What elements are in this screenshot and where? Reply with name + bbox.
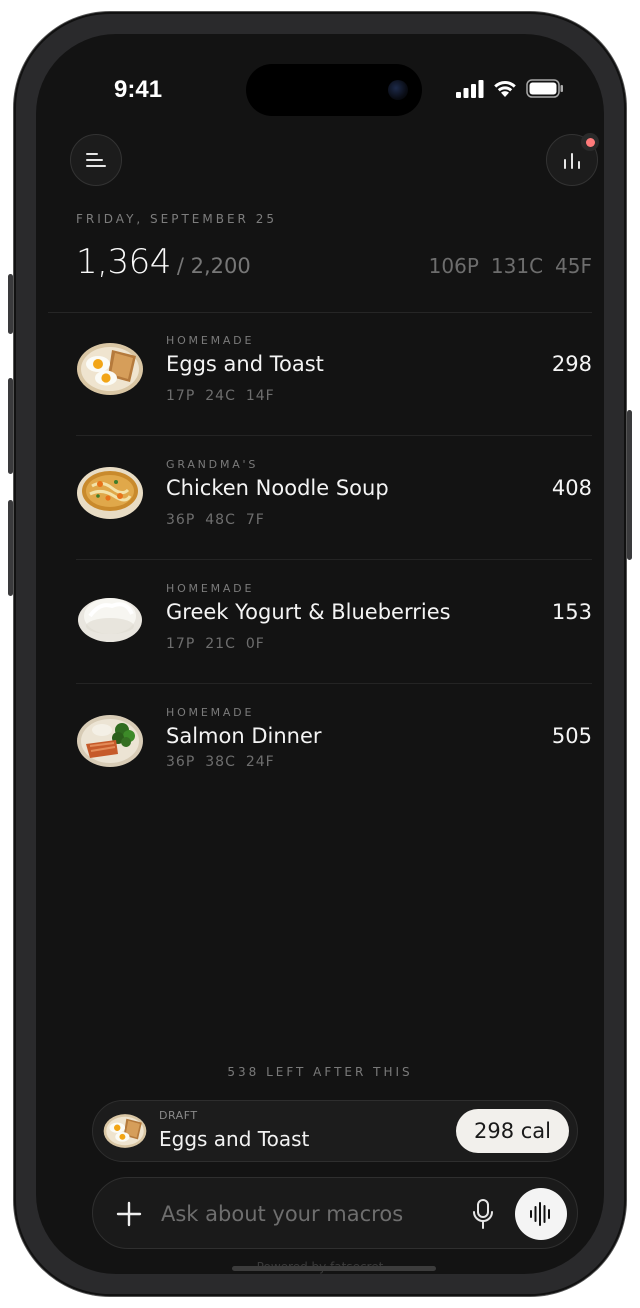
calorie-total: 1,364/ 2,200 (76, 242, 251, 282)
meal-protein: 17P (166, 636, 196, 652)
macro-totals: 106P 131C 45F (417, 254, 592, 278)
signal-icon (456, 79, 484, 98)
meal-macros: 36P 38C 24F (166, 754, 285, 770)
date-label: FRIDAY, SEPTEMBER 25 (76, 212, 277, 226)
power-button (627, 410, 632, 560)
stats-button[interactable] (546, 133, 599, 186)
meal-protein: 36P (166, 512, 196, 528)
calories-consumed: 1,364 (76, 242, 171, 282)
meal-fat: 7F (245, 512, 265, 528)
fat-total: 45F (555, 254, 592, 278)
meal-fat: 14F (245, 388, 275, 404)
ask-input[interactable] (159, 1196, 449, 1232)
bar-chart-icon (564, 153, 580, 169)
meal-protein: 36P (166, 754, 196, 770)
volume-up-button (8, 378, 13, 474)
home-indicator[interactable] (232, 1266, 436, 1271)
calorie-goal: / 2,200 (176, 254, 251, 278)
meal-item-salmon-dinner[interactable]: HOMEMADE Salmon Dinner 36P 38C 24F 505 (76, 684, 592, 808)
meal-macros: 17P 24C 14F (166, 388, 285, 404)
draft-label: DRAFT (159, 1109, 198, 1122)
yogurt-thumbnail (76, 590, 144, 644)
notification-dot (581, 133, 599, 151)
meal-fat: 24F (245, 754, 275, 770)
app-screen: 9:41 FRIDAY, SEPTEMBER 25 1,364 / 2,200 … (36, 34, 604, 1274)
meal-item-greek-yogurt[interactable]: HOMEMADE Greek Yogurt & Blueberries 17P 2… (76, 560, 592, 684)
menu-button[interactable] (70, 134, 122, 186)
meal-calories: 505 (551, 724, 592, 748)
meal-list: HOMEMADE Eggs and Toast 17P 24C 14F 298 (76, 312, 592, 808)
carbs-total: 131C (490, 254, 544, 278)
eggs-toast-thumbnail (103, 1113, 147, 1149)
add-button[interactable] (111, 1196, 147, 1232)
status-icons (456, 79, 564, 98)
meal-source: GRANDMA'S (166, 458, 259, 471)
meal-calories: 298 (551, 352, 592, 376)
remaining-calories-note: 538 LEFT AFTER THIS (227, 1065, 413, 1079)
meal-name: Chicken Noodle Soup (166, 476, 389, 500)
phone-frame: 9:41 FRIDAY, SEPTEMBER 25 1,364 / 2,200 … (8, 12, 632, 1296)
eggs-toast-thumbnail (76, 342, 144, 396)
wifi-icon (494, 81, 516, 97)
menu-lines-icon (86, 153, 106, 167)
meal-source: HOMEMADE (166, 334, 255, 347)
meal-name: Eggs and Toast (166, 352, 324, 376)
meal-carbs: 24C (205, 388, 236, 404)
protein-total: 106P (428, 254, 479, 278)
draft-name: Eggs and Toast (159, 1127, 310, 1151)
draft-calories-pill[interactable]: 298 cal (455, 1109, 569, 1153)
voice-mode-button[interactable] (515, 1188, 567, 1240)
meal-name: Greek Yogurt & Blueberries (166, 600, 451, 624)
meal-name: Salmon Dinner (166, 724, 322, 748)
microphone-icon (473, 1199, 493, 1229)
meal-calories: 153 (551, 600, 592, 624)
meal-macros: 36P 48C 7F (166, 512, 275, 528)
meal-item-eggs-and-toast[interactable]: HOMEMADE Eggs and Toast 17P 24C 14F 298 (76, 312, 592, 436)
meal-carbs: 38C (205, 754, 236, 770)
camera-icon (388, 80, 408, 100)
salmon-thumbnail (76, 714, 144, 768)
plus-icon (116, 1201, 142, 1227)
meal-carbs: 21C (205, 636, 236, 652)
draft-card[interactable]: DRAFT Eggs and Toast 298 cal (92, 1100, 578, 1162)
meal-source: HOMEMADE (166, 582, 255, 595)
status-time: 9:41 (114, 76, 163, 103)
action-button (8, 274, 13, 334)
composer-bar (92, 1177, 578, 1249)
meal-source: HOMEMADE (166, 706, 255, 719)
soup-thumbnail (76, 466, 144, 520)
microphone-button[interactable] (465, 1196, 501, 1232)
meal-carbs: 48C (205, 512, 236, 528)
dynamic-island (246, 64, 422, 116)
volume-down-button (8, 500, 13, 596)
meal-protein: 17P (166, 388, 196, 404)
meal-macros: 17P 21C 0F (166, 636, 275, 652)
meal-calories: 408 (551, 476, 592, 500)
battery-icon (526, 79, 563, 98)
meal-item-chicken-noodle-soup[interactable]: GRANDMA'S Chicken Noodle Soup 36P 48C 7F 4… (76, 436, 592, 560)
daily-total: 1,364/ 2,200 106P 131C 45F (76, 242, 592, 282)
voice-wave-icon (530, 1202, 550, 1226)
meal-fat: 0F (245, 636, 265, 652)
